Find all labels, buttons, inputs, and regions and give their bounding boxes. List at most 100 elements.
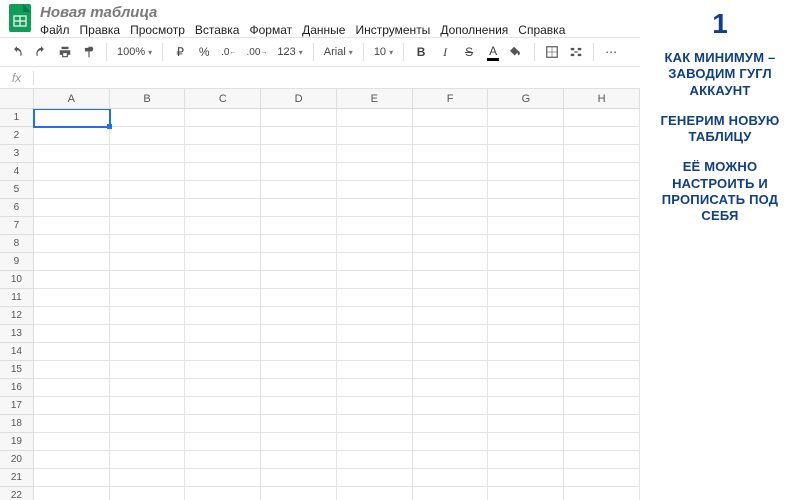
cell[interactable] (110, 487, 186, 500)
cell[interactable] (34, 145, 110, 163)
cell[interactable] (185, 199, 261, 217)
cell[interactable] (488, 433, 564, 451)
cell[interactable] (34, 325, 110, 343)
menu-addons[interactable]: Дополнения (440, 23, 508, 37)
decrease-decimal[interactable]: .0← (219, 42, 238, 62)
cell[interactable] (261, 199, 337, 217)
cell[interactable] (110, 433, 186, 451)
cell[interactable] (261, 451, 337, 469)
cell[interactable] (564, 145, 640, 163)
cell[interactable] (34, 487, 110, 500)
cell[interactable] (413, 451, 489, 469)
cell[interactable] (337, 163, 413, 181)
cell[interactable] (34, 289, 110, 307)
cell[interactable] (488, 343, 564, 361)
row-header[interactable]: 5 (0, 181, 34, 199)
more-formats-dropdown[interactable]: 123▾ (275, 42, 304, 62)
cell[interactable] (261, 307, 337, 325)
cell[interactable] (564, 127, 640, 145)
cell[interactable] (413, 163, 489, 181)
select-all-corner[interactable] (0, 89, 34, 109)
cell[interactable] (564, 469, 640, 487)
cell[interactable] (185, 217, 261, 235)
cell[interactable] (488, 199, 564, 217)
column-header[interactable]: A (34, 89, 110, 109)
format-percent[interactable]: % (195, 42, 213, 62)
strikethrough-button[interactable]: S (460, 42, 478, 62)
cell[interactable] (110, 307, 186, 325)
cell[interactable] (261, 397, 337, 415)
cell[interactable] (564, 415, 640, 433)
cell[interactable] (488, 109, 564, 127)
cell[interactable] (488, 253, 564, 271)
cell[interactable] (110, 397, 186, 415)
merge-cells-button[interactable] (567, 42, 585, 62)
cell[interactable] (337, 433, 413, 451)
cell[interactable] (261, 469, 337, 487)
row-header[interactable]: 4 (0, 163, 34, 181)
cell[interactable] (337, 379, 413, 397)
cell[interactable] (413, 397, 489, 415)
cell[interactable] (185, 487, 261, 500)
menu-data[interactable]: Данные (302, 23, 345, 37)
cell[interactable] (488, 325, 564, 343)
cell[interactable] (185, 415, 261, 433)
cell[interactable] (488, 163, 564, 181)
cell[interactable] (564, 271, 640, 289)
row-header[interactable]: 17 (0, 397, 34, 415)
cell[interactable] (413, 307, 489, 325)
cell[interactable] (413, 469, 489, 487)
cell[interactable] (110, 469, 186, 487)
row-header[interactable]: 22 (0, 487, 34, 500)
cell[interactable] (185, 235, 261, 253)
cell[interactable] (413, 127, 489, 145)
increase-decimal[interactable]: .00→ (245, 42, 270, 62)
cell[interactable] (34, 433, 110, 451)
zoom-dropdown[interactable]: 100%▾ (115, 42, 154, 62)
menu-edit[interactable]: Правка (80, 23, 121, 37)
cell[interactable] (488, 397, 564, 415)
document-title[interactable]: Новая таблица (40, 4, 565, 21)
cell[interactable] (488, 361, 564, 379)
cell[interactable] (413, 271, 489, 289)
cell[interactable] (488, 451, 564, 469)
cell[interactable] (261, 235, 337, 253)
cell[interactable] (488, 217, 564, 235)
cell[interactable] (337, 307, 413, 325)
cell[interactable] (564, 343, 640, 361)
cell[interactable] (34, 127, 110, 145)
column-header[interactable]: H (564, 89, 640, 109)
cell[interactable] (261, 433, 337, 451)
cell[interactable] (413, 415, 489, 433)
cell[interactable] (488, 487, 564, 500)
cell[interactable] (261, 271, 337, 289)
cell[interactable] (337, 361, 413, 379)
cell[interactable] (34, 379, 110, 397)
cell[interactable] (337, 253, 413, 271)
undo-icon[interactable] (8, 42, 26, 62)
cell[interactable] (34, 271, 110, 289)
cell[interactable] (34, 307, 110, 325)
cell[interactable] (413, 343, 489, 361)
cell[interactable] (261, 487, 337, 500)
cell[interactable] (413, 145, 489, 163)
cell[interactable] (185, 145, 261, 163)
cell[interactable] (413, 379, 489, 397)
row-header[interactable]: 14 (0, 343, 34, 361)
fill-color-button[interactable] (508, 42, 526, 62)
cell[interactable] (110, 325, 186, 343)
cell[interactable] (488, 415, 564, 433)
cell[interactable] (261, 109, 337, 127)
cell[interactable] (110, 199, 186, 217)
cell[interactable] (110, 271, 186, 289)
cell[interactable] (413, 325, 489, 343)
italic-button[interactable]: I (436, 42, 454, 62)
menu-file[interactable]: Файл (40, 23, 70, 37)
cell[interactable] (34, 397, 110, 415)
formula-input[interactable] (34, 68, 640, 88)
print-icon[interactable] (56, 42, 74, 62)
cell[interactable] (110, 109, 186, 127)
cell[interactable] (337, 181, 413, 199)
row-header[interactable]: 13 (0, 325, 34, 343)
column-header[interactable]: G (488, 89, 564, 109)
